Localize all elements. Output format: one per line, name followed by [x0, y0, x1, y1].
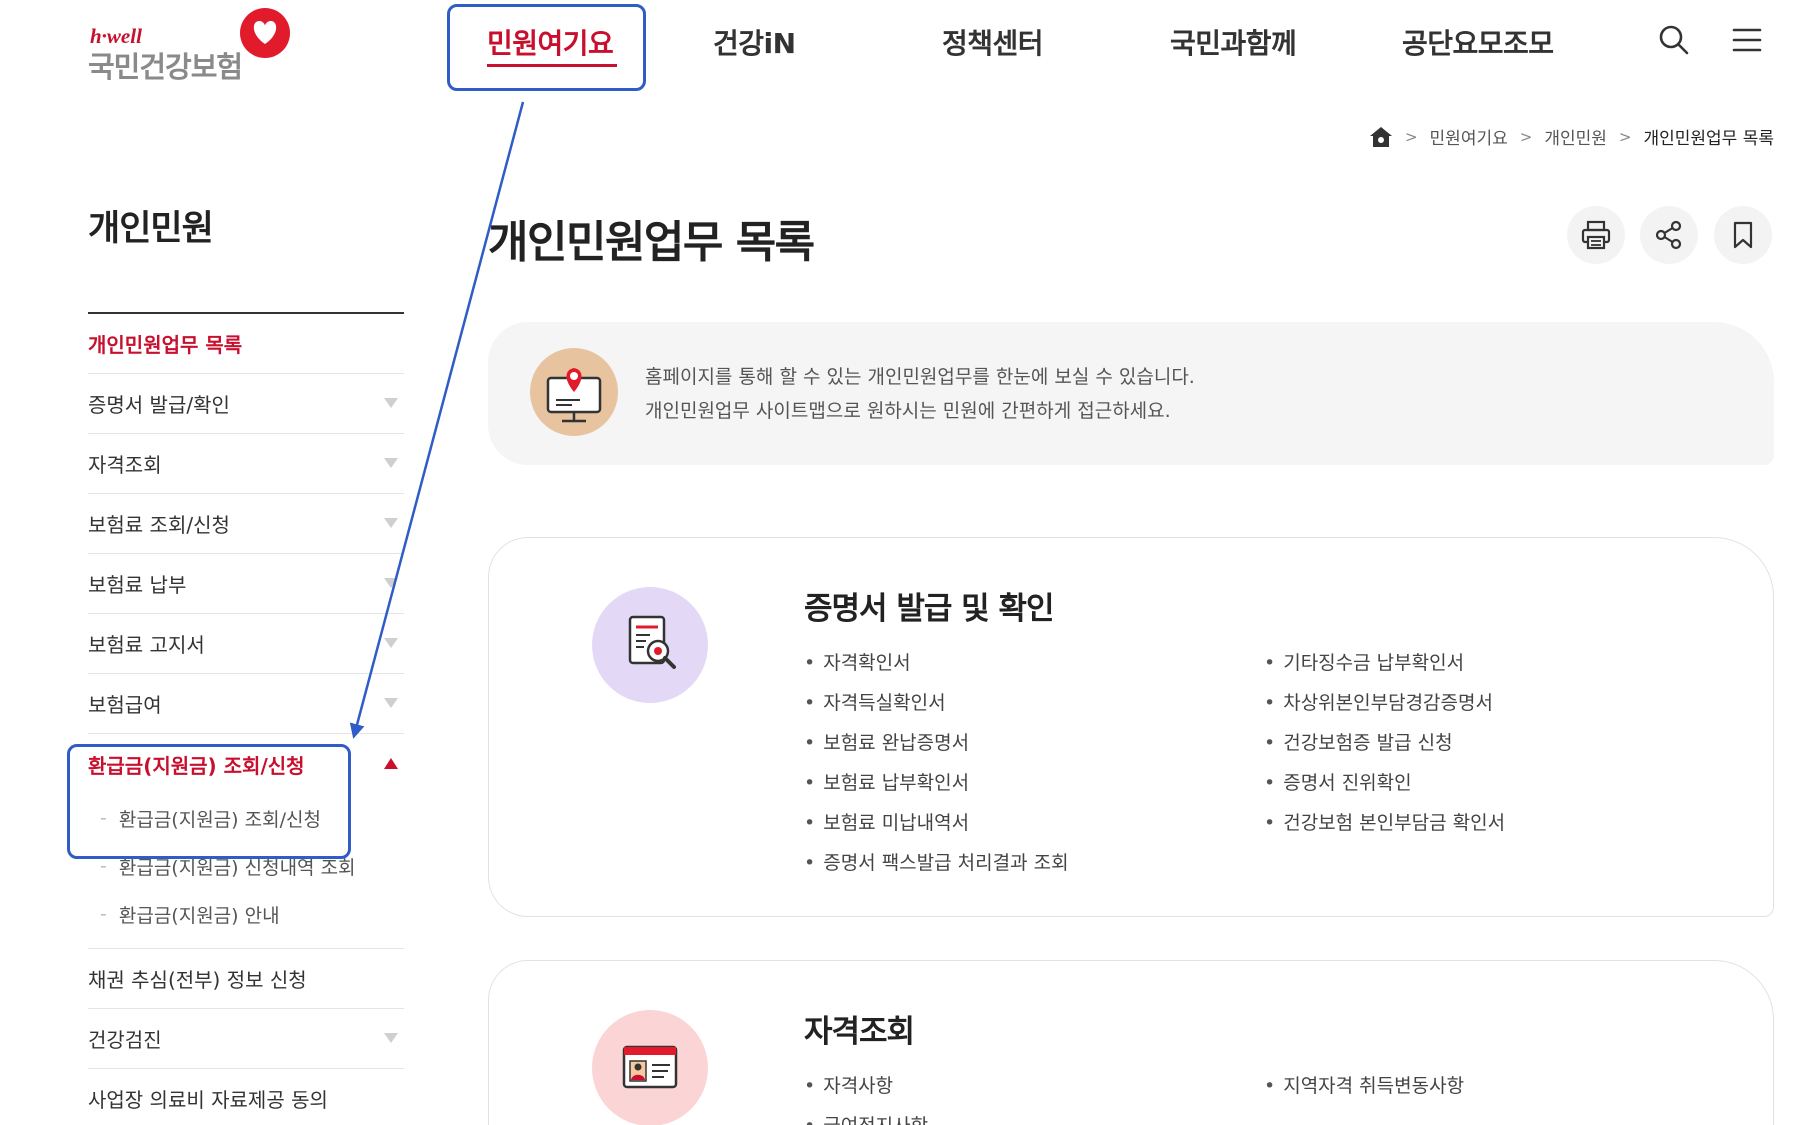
nav-item-policy-center[interactable]: 정책센터 [942, 22, 1044, 62]
list-item[interactable]: 보험료 미납내역서 [804, 808, 1069, 848]
intro-line: 개인민원업무 사이트맵으로 원하시는 민원에 간편하게 접근하세요. [645, 400, 1171, 422]
sidebar-item-label: 보험급여 [88, 693, 162, 717]
sidebar-item-label: 사업장 의료비 자료제공 동의 [88, 1088, 328, 1112]
section-link-list: 기타징수금 납부확인서 차상위본인부담경감증명서 건강보험증 발급 신청 증명서… [1264, 648, 1505, 848]
sidebar-item-debt-collection[interactable]: 채권 추심(전부) 정보 신청 [88, 949, 404, 1009]
chevron-down-icon [384, 578, 398, 588]
print-button[interactable] [1567, 206, 1625, 264]
nav-item-health-in[interactable]: 건강iN [713, 22, 796, 62]
annotation-highlight-refund [67, 744, 351, 859]
list-item[interactable]: 지역자격 취득변동사항 [1264, 1071, 1464, 1111]
sidebar-item-label: 개인민원업무 목록 [88, 333, 243, 357]
nav-item-about[interactable]: 공단요모조모 [1402, 22, 1554, 62]
section-link-list: 지역자격 취득변동사항 [1264, 1071, 1464, 1111]
print-icon [1581, 220, 1611, 250]
sidebar-item-premium-bill[interactable]: 보험료 고지서 [88, 614, 404, 674]
list-item[interactable]: 건강보험증 발급 신청 [1264, 728, 1505, 768]
list-item[interactable]: 차상위본인부담경감증명서 [1264, 688, 1505, 728]
sidebar-item-label: 증명서 발급/확인 [88, 393, 230, 417]
dash-icon: - [100, 903, 107, 925]
sidebar-item-certificates[interactable]: 증명서 발급/확인 [88, 374, 404, 434]
heart-logo-icon [240, 8, 290, 58]
list-item[interactable]: 증명서 진위확인 [1264, 768, 1505, 808]
chevron-up-icon [384, 758, 398, 769]
search-icon [1659, 25, 1689, 55]
share-button[interactable] [1640, 206, 1698, 264]
intro-line: 홈페이지를 통해 할 수 있는 개인민원업무를 한눈에 보실 수 있습니다. [645, 366, 1195, 388]
bookmark-icon [1733, 221, 1753, 249]
logo-text: 국민건강보험 [88, 50, 243, 84]
sidebar-item-eligibility[interactable]: 자격조회 [88, 434, 404, 494]
sidebar-item-benefits[interactable]: 보험급여 [88, 674, 404, 734]
list-item[interactable]: 보험료 납부확인서 [804, 768, 1069, 808]
sidebar-item-premium-payment[interactable]: 보험료 납부 [88, 554, 404, 614]
sidebar-item-label: 보험료 고지서 [88, 633, 205, 657]
breadcrumb-separator: > [1404, 127, 1418, 146]
search-button[interactable] [1654, 20, 1694, 60]
sidebar-item-health-checkup[interactable]: 건강검진 [88, 1009, 404, 1069]
home-icon[interactable] [1369, 126, 1393, 148]
list-item[interactable]: 급여정지사항 [804, 1111, 928, 1125]
section-card-certificates: 증명서 발급 및 확인 자격확인서 자격득실확인서 보험료 완납증명서 보험료 … [488, 537, 1774, 917]
sidebar-item-label: 건강검진 [88, 1028, 162, 1052]
section-card-eligibility: 자격조회 자격사항 급여정지사항 지역자격 취득변동사항 [488, 960, 1774, 1125]
sidebar-item-premium-inquiry[interactable]: 보험료 조회/신청 [88, 494, 404, 554]
breadcrumb-item[interactable]: 민원여기요 [1430, 124, 1508, 149]
monitor-location-icon [530, 348, 618, 436]
menu-button[interactable] [1727, 20, 1767, 60]
intro-banner: 홈페이지를 통해 할 수 있는 개인민원업무를 한눈에 보실 수 있습니다. 개… [488, 322, 1774, 465]
sidebar-subitem-label: 환급금(지원금) 안내 [118, 904, 280, 927]
section-link-list: 자격확인서 자격득실확인서 보험료 완납증명서 보험료 납부확인서 보험료 미납… [804, 648, 1069, 888]
sidebar-item-label: 보험료 납부 [88, 573, 187, 597]
sidebar-title: 개인민원 [88, 209, 214, 249]
breadcrumb-separator: > [1618, 127, 1632, 146]
list-item[interactable]: 자격확인서 [804, 648, 1069, 688]
intro-text: 홈페이지를 통해 할 수 있는 개인민원업무를 한눈에 보실 수 있습니다. 개… [645, 360, 1195, 428]
sidebar-item-label: 보험료 조회/신청 [88, 513, 230, 537]
bookmark-button[interactable] [1714, 206, 1772, 264]
chevron-down-icon [384, 638, 398, 648]
sidebar-item-personal-list[interactable]: 개인민원업무 목록 [88, 314, 404, 374]
page-title: 개인민원업무 목록 [488, 217, 815, 268]
chevron-down-icon [384, 1033, 398, 1043]
chevron-down-icon [384, 518, 398, 528]
hamburger-menu-icon [1732, 28, 1762, 52]
list-item[interactable]: 기타징수금 납부확인서 [1264, 648, 1505, 688]
list-item[interactable]: 증명서 팩스발급 처리결과 조회 [804, 848, 1068, 888]
sidebar-item-label: 자격조회 [88, 453, 162, 477]
id-card-icon [592, 1010, 708, 1125]
section-title: 증명서 발급 및 확인 [804, 591, 1055, 627]
chevron-down-icon [384, 698, 398, 708]
certificate-search-icon [592, 587, 708, 703]
sidebar-item-medical-data-consent[interactable]: 사업장 의료비 자료제공 동의 [88, 1069, 404, 1125]
sidebar-subitem-refund-guide[interactable]: - 환급금(지원금) 안내 [88, 890, 404, 938]
list-item[interactable]: 자격사항 [804, 1071, 928, 1111]
site-logo[interactable]: h·well 국민건강보험 [88, 8, 298, 84]
section-title: 자격조회 [804, 1014, 915, 1050]
chevron-down-icon [384, 398, 398, 408]
sidebar-menu: 개인민원업무 목록 증명서 발급/확인 자격조회 보험료 조회/신청 보험료 납… [88, 314, 404, 1125]
chevron-down-icon [384, 458, 398, 468]
section-link-list: 자격사항 급여정지사항 [804, 1071, 928, 1125]
list-item[interactable]: 보험료 완납증명서 [804, 728, 1069, 768]
breadcrumb: > 민원여기요 > 개인민원 > 개인민원업무 목록 [1369, 124, 1774, 149]
nav-item-with-citizens[interactable]: 국민과함께 [1170, 22, 1297, 62]
breadcrumb-separator: > [1519, 127, 1533, 146]
sidebar-item-label: 채권 추심(전부) 정보 신청 [88, 968, 307, 992]
breadcrumb-current: 개인민원업무 목록 [1643, 129, 1774, 149]
breadcrumb-item[interactable]: 개인민원 [1544, 124, 1607, 149]
share-icon [1655, 220, 1682, 250]
annotation-highlight-nav [447, 4, 646, 91]
list-item[interactable]: 자격득실확인서 [804, 688, 1069, 728]
list-item[interactable]: 건강보험 본인부담금 확인서 [1264, 808, 1505, 848]
